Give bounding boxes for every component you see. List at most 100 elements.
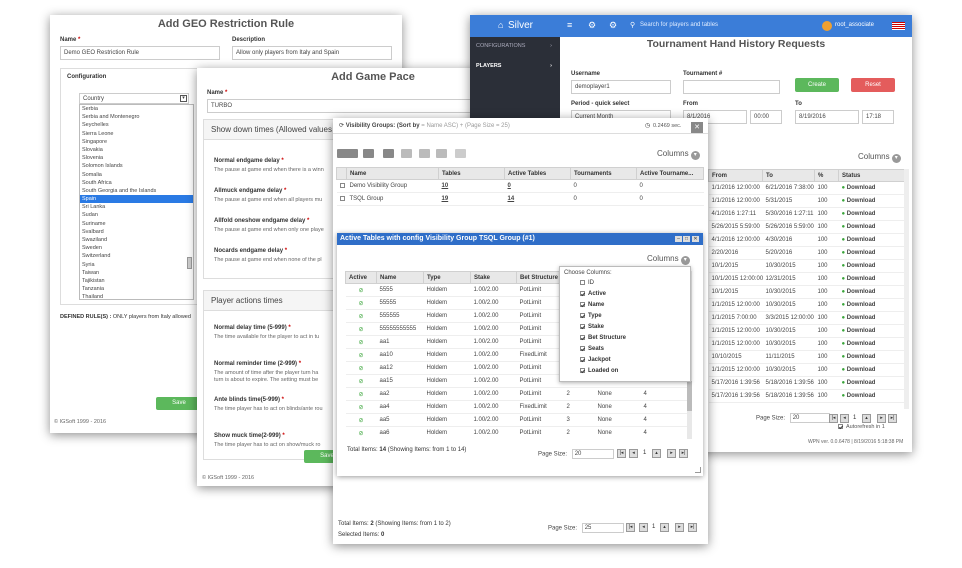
table-row[interactable]: Demo Visibility Group 10 0 0 0 bbox=[336, 179, 704, 193]
maximize-icon[interactable]: □ bbox=[683, 236, 690, 242]
select-dropdown-button[interactable] bbox=[337, 149, 358, 158]
country-option[interactable]: South Africa bbox=[80, 179, 193, 187]
resize-grip-icon[interactable] bbox=[695, 467, 701, 473]
column-option[interactable]: Jackpot bbox=[564, 355, 686, 366]
last-page-button[interactable]: ▸| bbox=[888, 414, 897, 423]
silver-scrollbar[interactable] bbox=[904, 169, 909, 409]
home-icon[interactable]: ⌂ bbox=[498, 20, 503, 30]
active-prev-page[interactable]: ◂ bbox=[629, 449, 638, 458]
country-option[interactable]: Serbia and Montenegro bbox=[80, 113, 193, 121]
column-option[interactable]: Stake bbox=[564, 322, 686, 333]
download-cell[interactable]: ● Download bbox=[838, 389, 904, 403]
download-link[interactable]: Download bbox=[847, 289, 876, 295]
first-page-button[interactable]: |◂ bbox=[829, 414, 838, 423]
vis-col-tables[interactable]: Tables bbox=[438, 167, 505, 180]
vis-columns-button[interactable]: Columns ▾ bbox=[657, 149, 700, 160]
page-number[interactable]: 1 bbox=[853, 415, 856, 421]
download-link[interactable]: Download bbox=[847, 380, 876, 386]
country-option[interactable]: Sierra Leone bbox=[80, 130, 193, 138]
table-row[interactable]: 1/1/2015 12:00:00 10/30/2015 100 ● Download bbox=[708, 324, 904, 338]
country-option[interactable]: Spain bbox=[80, 195, 193, 204]
to-date-input[interactable]: 8/19/2016 bbox=[795, 110, 859, 124]
config-button[interactable] bbox=[455, 149, 466, 158]
settings-icon[interactable]: ⚙ bbox=[609, 20, 617, 31]
user-avatar[interactable] bbox=[822, 21, 832, 31]
table-row[interactable]: ⊘ aa2 Holdem 1.00/2.00 PotLimit 2 None 4 bbox=[345, 387, 687, 401]
search-icon[interactable]: ⚲ bbox=[630, 21, 635, 29]
vis-last-page[interactable]: ▸| bbox=[688, 523, 697, 532]
minimize-icon[interactable]: – bbox=[675, 236, 682, 242]
refresh-icon[interactable]: ⟳ bbox=[339, 123, 344, 129]
download-cell[interactable]: ● Download bbox=[838, 233, 904, 247]
table-row[interactable]: 10/1/2015 10/30/2015 100 ● Download bbox=[708, 285, 904, 299]
download-link[interactable]: Download bbox=[847, 198, 876, 204]
table-row[interactable]: ⊘ aa4 Holdem 1.00/2.00 FixedLimit 2 None 4 bbox=[345, 400, 687, 414]
vis-first-page[interactable]: |◂ bbox=[626, 523, 635, 532]
download-link[interactable]: Download bbox=[847, 263, 876, 269]
active-last-page[interactable]: ▸| bbox=[679, 449, 688, 458]
download-link[interactable]: Download bbox=[847, 315, 876, 321]
download-cell[interactable]: ● Download bbox=[838, 324, 904, 338]
copy-button[interactable] bbox=[401, 149, 412, 158]
nav-players[interactable]: PLAYERS › bbox=[476, 63, 556, 69]
vis-page-number[interactable]: 1 bbox=[652, 524, 655, 530]
download-link[interactable]: Download bbox=[847, 341, 876, 347]
country-option[interactable]: Tanzania bbox=[80, 285, 193, 293]
country-list[interactable]: Serbia Serbia and Montenegro Seychelles Sie… bbox=[79, 104, 194, 300]
country-option[interactable]: Thailand bbox=[80, 293, 193, 299]
country-option[interactable]: Sudan bbox=[80, 211, 193, 219]
download-link[interactable]: Download bbox=[847, 185, 876, 191]
edit-button[interactable] bbox=[419, 149, 430, 158]
geo-desc-input[interactable]: Allow only players from Italy and Spain bbox=[232, 46, 392, 60]
username-input[interactable]: demoplayer1 bbox=[571, 80, 671, 94]
prev-page-button[interactable]: ◂ bbox=[840, 414, 849, 423]
table-row[interactable]: 1/1/2015 12:00:00 10/30/2015 100 ● Download bbox=[708, 298, 904, 312]
table-row[interactable]: 4/1/2016 1:27:11 5/30/2016 1:27:11 100 ● Do… bbox=[708, 207, 904, 221]
active-next-page[interactable]: ▸ bbox=[667, 449, 676, 458]
download-cell[interactable]: ● Download bbox=[838, 376, 904, 390]
vis-select-all[interactable] bbox=[336, 167, 347, 180]
vis-col-name[interactable]: Name bbox=[346, 167, 439, 180]
table-row[interactable]: 4/1/2016 12:00:00 4/30/2016 100 ● Download bbox=[708, 233, 904, 247]
country-option[interactable]: Sri Lanka bbox=[80, 203, 193, 211]
vis-col-active-tournaments[interactable]: Active Tourname... bbox=[636, 167, 704, 180]
country-option[interactable]: Slovenia bbox=[80, 154, 193, 162]
download-link[interactable]: Download bbox=[847, 211, 876, 217]
column-option[interactable]: Name bbox=[564, 300, 686, 311]
table-row[interactable]: 1/1/2016 12:00:00 5/31/2015 100 ● Download bbox=[708, 194, 904, 208]
download-cell[interactable]: ● Download bbox=[838, 246, 904, 260]
col-status[interactable]: Status bbox=[838, 169, 904, 182]
flag-icon[interactable] bbox=[892, 22, 905, 30]
page-size-select[interactable]: 20 bbox=[789, 413, 830, 423]
table-row[interactable]: ⊘ aa6 Holdem 1.00/2.00 PotLimit 2 None 4 bbox=[345, 426, 687, 439]
country-option[interactable]: Seychelles bbox=[80, 121, 193, 129]
download-link[interactable]: Download bbox=[847, 276, 876, 282]
table-row[interactable]: 1/1/2015 12:00:00 10/30/2015 100 ● Download bbox=[708, 337, 904, 351]
active-page-size-select[interactable]: 20 bbox=[571, 449, 614, 459]
table-row[interactable]: 5/17/2016 1:39:56 5/18/2016 1:39:56 100 ● D… bbox=[708, 376, 904, 390]
download-cell[interactable]: ● Download bbox=[838, 350, 904, 364]
country-option[interactable]: Slovakia bbox=[80, 146, 193, 154]
country-option[interactable]: Somalia bbox=[80, 171, 193, 179]
download-link[interactable]: Download bbox=[847, 302, 876, 308]
vis-col-active-tables[interactable]: Active Tables bbox=[504, 167, 571, 180]
table-row[interactable]: 1/1/2016 12:00:00 6/21/2016 7:38:00 100 ● D… bbox=[708, 181, 904, 195]
download-link[interactable]: Download bbox=[847, 393, 876, 399]
table-row[interactable]: 10/1/2015 10/30/2015 100 ● Download bbox=[708, 259, 904, 273]
row-checkbox[interactable] bbox=[336, 179, 347, 193]
tournament-input[interactable] bbox=[683, 80, 780, 94]
download-cell[interactable]: ● Download bbox=[838, 298, 904, 312]
create-button[interactable]: Create bbox=[795, 78, 839, 92]
column-option[interactable]: ID bbox=[564, 278, 686, 289]
vis-col-tournaments[interactable]: Tournaments bbox=[570, 167, 637, 180]
close-icon[interactable]: ✕ bbox=[691, 122, 703, 133]
table-row[interactable]: 10/10/2015 11/11/2015 100 ● Download bbox=[708, 350, 904, 364]
close-icon[interactable]: ✕ bbox=[692, 236, 699, 242]
from-time-input[interactable]: 00:00 bbox=[750, 110, 782, 124]
country-option[interactable]: Switzerland bbox=[80, 252, 193, 260]
geo-save-button[interactable]: Save bbox=[156, 397, 202, 410]
to-time-input[interactable]: 17:18 bbox=[862, 110, 894, 124]
country-option[interactable]: Svalbard bbox=[80, 228, 193, 236]
download-link[interactable]: Download bbox=[847, 250, 876, 256]
download-cell[interactable]: ● Download bbox=[838, 181, 904, 195]
